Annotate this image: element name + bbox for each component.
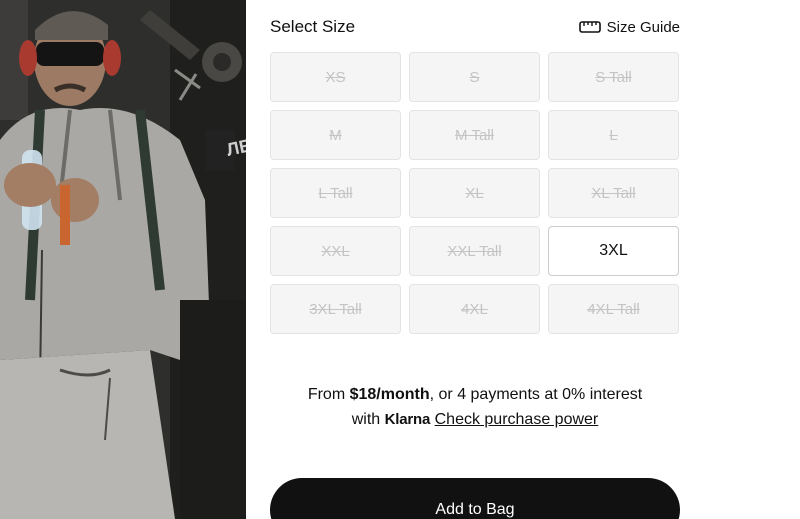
financing-line-2: with Klarna Check purchase power xyxy=(270,407,680,432)
svg-text:ЛE: ЛE xyxy=(225,135,246,160)
size-option-m-tall[interactable]: M Tall xyxy=(409,110,540,160)
size-header: Select Size Size Guide xyxy=(270,14,680,40)
size-option-s[interactable]: S xyxy=(409,52,540,102)
size-option-m[interactable]: M xyxy=(270,110,401,160)
financing-prefix: From xyxy=(307,386,350,403)
size-grid: XS S S Tall M M Tall L L Tall XL XL Tall XXL XXL T… xyxy=(270,52,680,334)
size-guide-label: Size Guide xyxy=(606,18,680,36)
size-option-3xl[interactable]: 3XL xyxy=(548,226,679,276)
financing-line-1: From $18/month, or 4 payments at 0% inte… xyxy=(270,382,680,407)
check-purchase-power-link[interactable]: Check purchase power xyxy=(435,411,599,428)
financing-amount: $18/month xyxy=(349,386,430,403)
financing-info: From $18/month, or 4 payments at 0% inte… xyxy=(270,382,680,432)
size-option-xl[interactable]: XL xyxy=(409,168,540,218)
size-option-4xl[interactable]: 4XL xyxy=(409,284,540,334)
financing-suffix: , or 4 payments at 0% interest xyxy=(429,386,643,403)
size-option-xl-tall[interactable]: XL Tall xyxy=(548,168,679,218)
product-page: ЛE Select Size Size Guide XS S S Tall M … xyxy=(0,0,800,519)
size-option-3xl-tall[interactable]: 3XL Tall xyxy=(270,284,401,334)
size-option-4xl-tall[interactable]: 4XL Tall xyxy=(548,284,679,334)
size-option-l[interactable]: L xyxy=(548,110,679,160)
size-option-xxl-tall[interactable]: XXL Tall xyxy=(409,226,540,276)
size-option-l-tall[interactable]: L Tall xyxy=(270,168,401,218)
add-to-bag-label: Add to Bag xyxy=(435,501,515,518)
size-option-s-tall[interactable]: S Tall xyxy=(548,52,679,102)
ruler-icon xyxy=(578,19,601,35)
size-guide-link[interactable]: Size Guide xyxy=(578,18,680,36)
klarna-logo: Klarna xyxy=(384,411,431,428)
size-option-xs[interactable]: XS xyxy=(270,52,401,102)
add-to-bag-button[interactable]: Add to Bag xyxy=(270,478,680,519)
select-size-title: Select Size xyxy=(270,17,356,36)
financing-with: with xyxy=(351,411,385,428)
product-image: ЛE xyxy=(0,0,246,519)
size-option-xxl[interactable]: XXL xyxy=(270,226,401,276)
